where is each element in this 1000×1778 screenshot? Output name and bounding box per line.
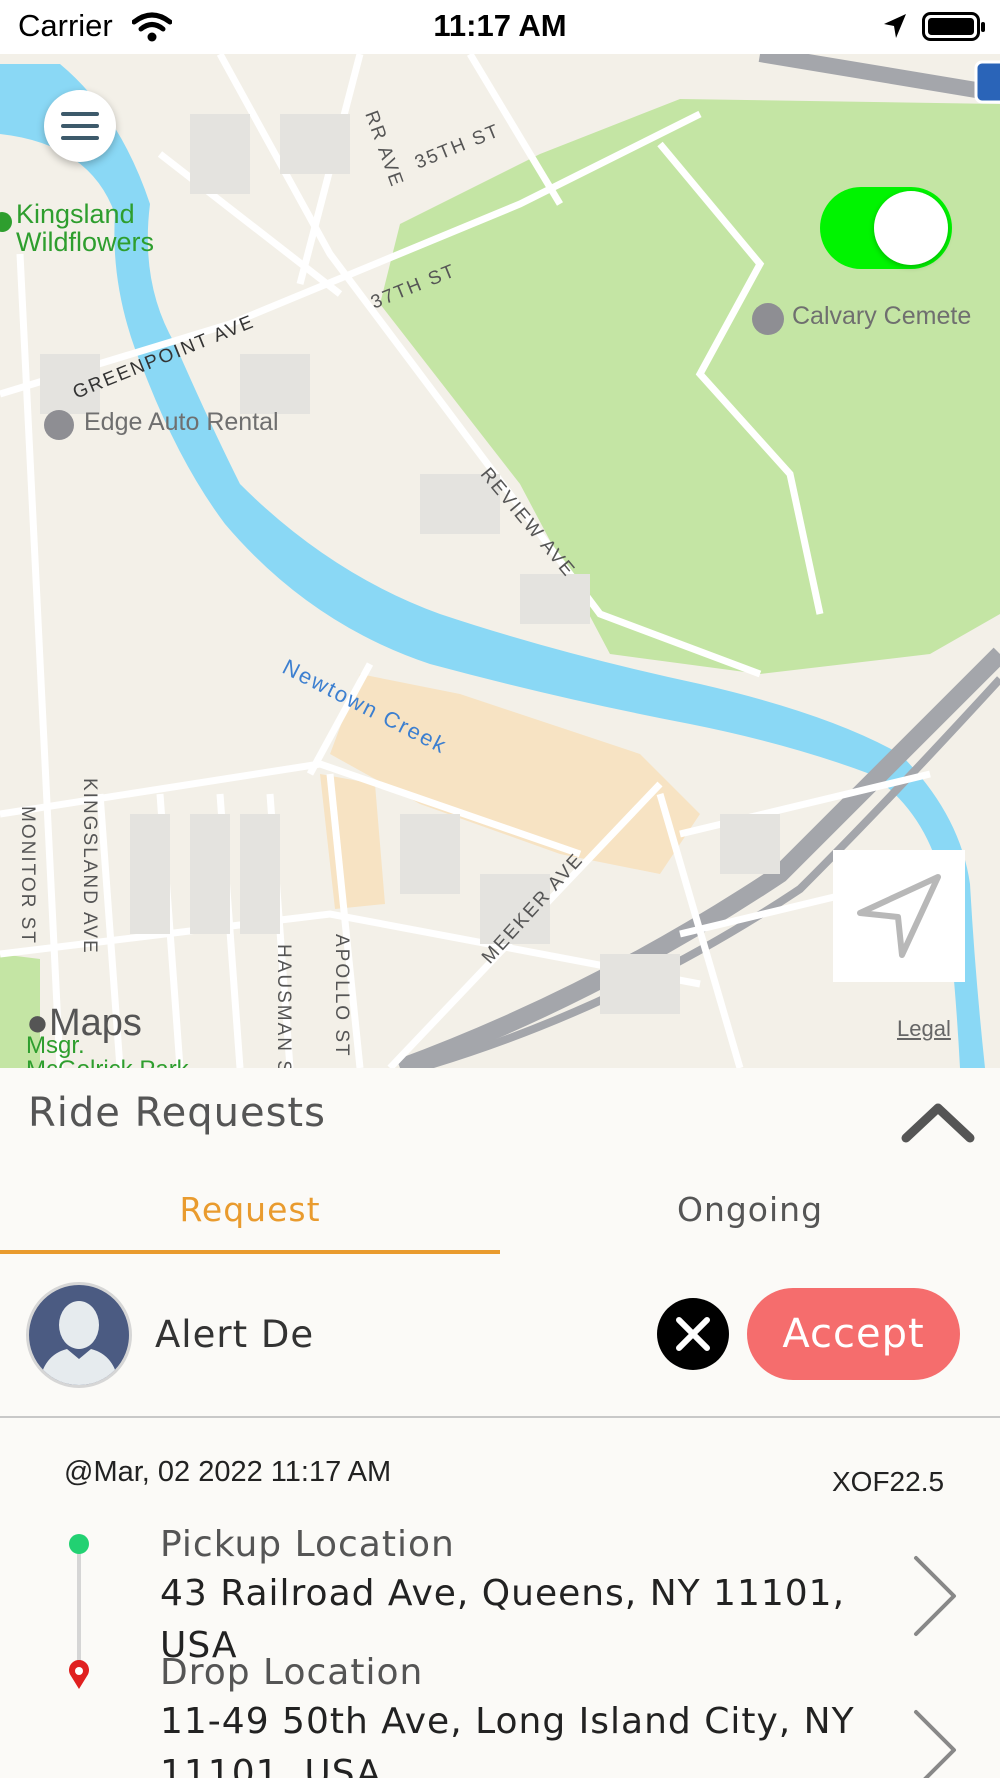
maps-attribution: ●Maps — [26, 1002, 142, 1045]
drop-location-title: Drop Location — [160, 1652, 424, 1693]
map-label-mcgolrick-park: McGolrick Park — [26, 1056, 189, 1068]
tab-bar: Request Ongoing — [0, 1158, 1000, 1256]
close-icon — [676, 1317, 710, 1351]
reject-request-button[interactable] — [657, 1298, 729, 1370]
legal-link[interactable]: Legal — [897, 1016, 951, 1042]
location-services-icon — [882, 12, 908, 44]
map-label-calvary-cemetery: Calvary Cemete — [792, 302, 972, 330]
clock: 11:17 AM — [433, 8, 567, 43]
cemetery-icon — [752, 303, 784, 335]
maps-brand-label: Maps — [48, 1002, 142, 1044]
sheet-title: Ride Requests — [28, 1090, 326, 1136]
map-label-apollo-st: APOLLO ST — [331, 934, 352, 1058]
map-label-monitor-st: MONITOR ST — [17, 806, 38, 945]
route-connector — [77, 1554, 81, 1664]
request-datetime: @Mar, 02 2022 11:17 AM — [64, 1456, 392, 1488]
map-view[interactable]: Kingsland Wildflowers Edge Auto Rental C… — [0, 54, 1000, 1068]
map-label-kingsland-wildflowers: Kingsland Wildflowers — [16, 199, 155, 257]
recenter-location-button[interactable] — [833, 850, 965, 982]
online-toggle[interactable] — [820, 187, 952, 269]
map-label-hausman-st: HAUSMAN S — [273, 944, 294, 1068]
chevron-up-icon — [901, 1103, 975, 1143]
map-label-edge-auto-rental: Edge Auto Rental — [84, 408, 279, 436]
collapse-sheet-button[interactable] — [898, 1096, 978, 1146]
avatar — [26, 1282, 132, 1388]
tab-ongoing[interactable]: Ongoing — [500, 1158, 1000, 1256]
active-tab-indicator — [0, 1250, 500, 1254]
pickup-location-title: Pickup Location — [160, 1524, 455, 1565]
battery-icon — [922, 12, 986, 46]
drop-pin-icon — [68, 1660, 90, 1694]
car-rental-icon — [44, 410, 74, 440]
drop-chevron-right-icon[interactable] — [910, 1708, 960, 1778]
user-silhouette-icon — [39, 1301, 119, 1385]
pickup-chevron-right-icon[interactable] — [910, 1554, 960, 1638]
drop-address[interactable]: 11-49 50th Ave, Long Island City, NY 111… — [160, 1696, 860, 1778]
accept-button[interactable]: Accept — [747, 1288, 960, 1380]
map-label-kingsland-ave: KINGSLAND AVE — [79, 778, 100, 955]
status-bar: Carrier 11:17 AM — [0, 0, 1000, 54]
hamburger-menu-icon — [61, 112, 99, 140]
menu-button[interactable] — [44, 90, 116, 162]
ride-requests-sheet: Ride Requests Request Ongoing Alert De A… — [0, 1068, 1000, 1778]
toggle-knob — [874, 191, 948, 265]
fare-amount: XOF22.5 — [832, 1466, 945, 1497]
rider-name: Alert De — [155, 1313, 315, 1356]
rider-row: Alert De Accept — [0, 1258, 1000, 1418]
pickup-dot-icon — [69, 1534, 89, 1554]
apple-logo-icon: ● — [26, 1002, 49, 1044]
navigation-arrow-icon — [857, 874, 941, 958]
tab-request[interactable]: Request — [0, 1158, 500, 1256]
